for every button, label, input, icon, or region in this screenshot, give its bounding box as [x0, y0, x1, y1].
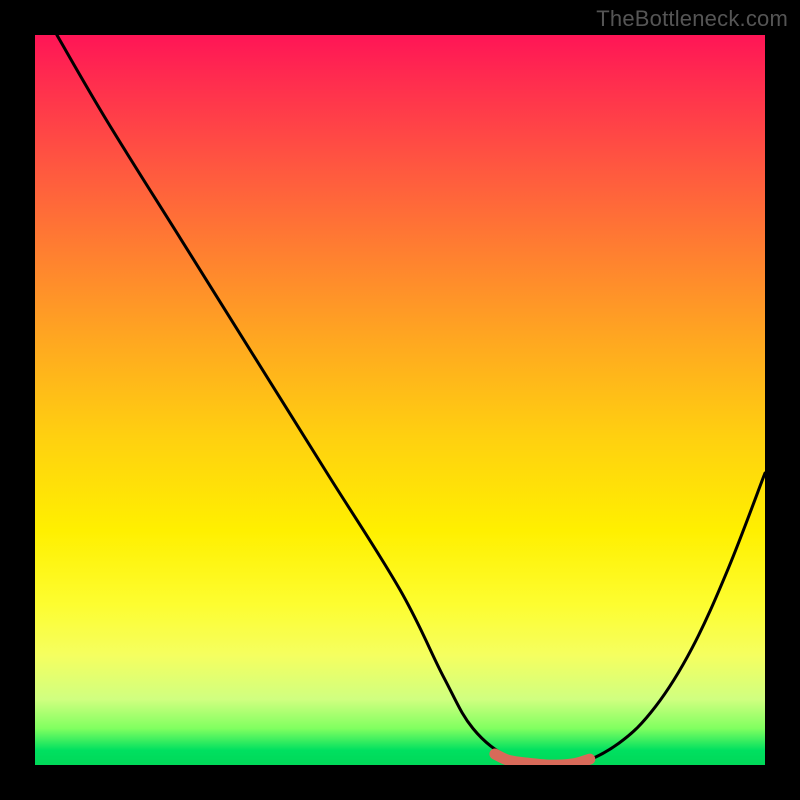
chart-container: TheBottleneck.com	[0, 0, 800, 800]
watermark-text: TheBottleneck.com	[596, 6, 788, 32]
chart-svg	[35, 35, 765, 765]
bottleneck-curve	[57, 35, 765, 765]
optimal-range-marker	[495, 754, 590, 765]
plot-area	[35, 35, 765, 765]
